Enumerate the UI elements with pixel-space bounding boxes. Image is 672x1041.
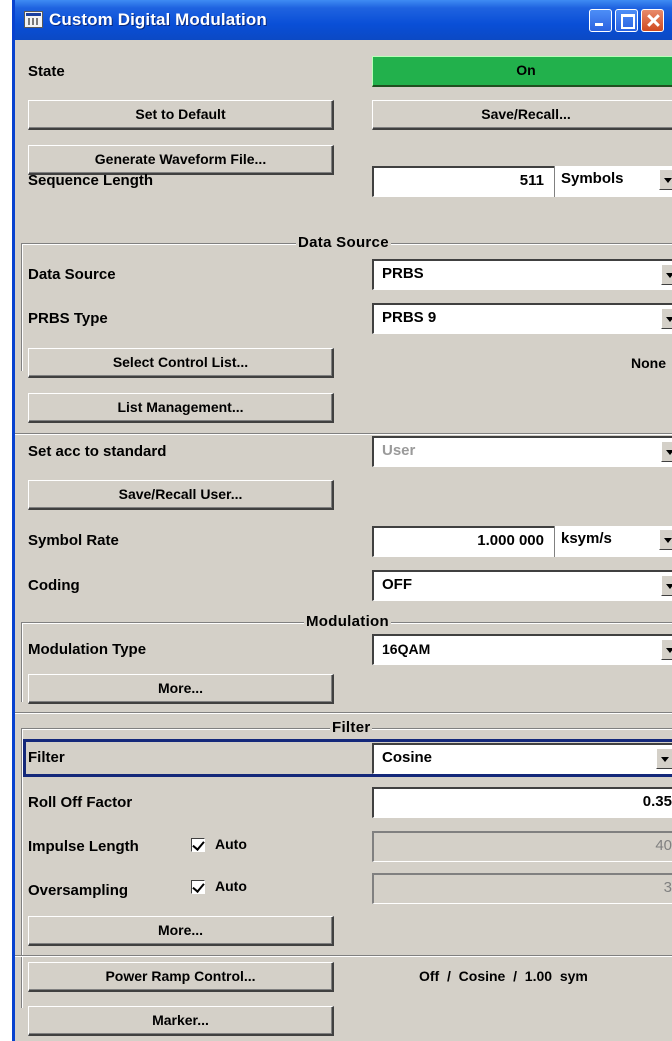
symbol-rate-field[interactable]: 1.000 000 ksym/s <box>372 526 672 557</box>
state-label: State <box>28 63 65 80</box>
prbs-type-label: PRBS Type <box>28 310 108 327</box>
section-title-data-source: Data Source <box>296 234 391 252</box>
impulse-length-label: Impulse Length <box>28 838 139 855</box>
oversampling-label: Oversampling <box>28 882 129 899</box>
prbs-type-select[interactable]: PRBS 9 <box>372 303 672 334</box>
coding-label: Coding <box>28 577 80 594</box>
prbs-type-value: PRBS 9 <box>382 309 437 326</box>
filter-more-button[interactable]: More... <box>28 916 334 946</box>
chevron-down-icon[interactable] <box>661 639 672 660</box>
app-icon <box>24 11 43 28</box>
chevron-down-icon[interactable] <box>659 529 672 550</box>
select-control-list-button[interactable]: Select Control List... <box>28 348 334 378</box>
save-recall-button[interactable]: Save/Recall... <box>372 100 672 130</box>
sequence-length-label: Sequence Length <box>28 172 154 189</box>
chevron-down-icon[interactable] <box>661 264 672 285</box>
coding-value: OFF <box>382 576 412 593</box>
window: Custom Digital Modulation State On Set t… <box>12 0 672 1041</box>
symbol-rate-unit-text: ksym/s <box>561 530 612 547</box>
modulation-more-button[interactable]: More... <box>28 674 334 704</box>
chevron-down-icon[interactable] <box>659 169 672 190</box>
chevron-down-icon[interactable] <box>656 748 672 769</box>
modulation-type-select[interactable]: 16QAM <box>372 634 672 665</box>
data-source-select[interactable]: PRBS <box>372 259 672 290</box>
sequence-length-field[interactable]: 511 Symbols <box>372 166 672 197</box>
symbol-rate-value: 1.000 000 <box>477 532 544 549</box>
symbol-rate-label: Symbol Rate <box>28 532 119 549</box>
roll-off-field[interactable]: 0.35 <box>372 787 672 818</box>
standard-select[interactable]: User <box>372 436 672 467</box>
impulse-length-field: 40 <box>372 831 672 862</box>
impulse-length-auto-checkbox[interactable] <box>191 838 205 852</box>
oversampling-field: 3 <box>372 873 672 904</box>
filter-value: Cosine <box>382 749 433 766</box>
chevron-down-icon[interactable] <box>661 308 672 329</box>
chevron-down-icon[interactable] <box>661 575 672 596</box>
standard-value: User <box>382 442 416 459</box>
section-title-filter: Filter <box>330 719 373 737</box>
modulation-type-label: Modulation Type <box>28 641 147 658</box>
divider <box>15 955 672 957</box>
marker-button[interactable]: Marker... <box>28 1006 334 1036</box>
minimize-button[interactable] <box>589 9 612 32</box>
roll-off-label: Roll Off Factor <box>28 794 133 811</box>
filter-select[interactable]: Cosine <box>372 743 672 774</box>
coding-select[interactable]: OFF <box>372 570 672 601</box>
standard-label: Set acc to standard <box>28 443 167 460</box>
chevron-down-icon[interactable] <box>661 441 672 462</box>
window-title: Custom Digital Modulation <box>49 10 267 29</box>
title-bar[interactable]: Custom Digital Modulation <box>15 0 672 40</box>
oversampling-auto-label: Auto <box>215 878 247 894</box>
impulse-length-auto-label: Auto <box>215 836 247 852</box>
section-title-modulation: Modulation <box>304 613 391 631</box>
set-to-default-button[interactable]: Set to Default <box>28 100 334 130</box>
maximize-button[interactable] <box>615 9 638 32</box>
symbol-rate-unit[interactable]: ksym/s <box>554 526 672 557</box>
control-list-value: None <box>631 355 666 371</box>
roll-off-value: 0.35 <box>642 793 672 810</box>
data-source-label: Data Source <box>28 266 116 283</box>
close-button[interactable] <box>641 9 664 32</box>
impulse-length-value: 40 <box>655 837 672 854</box>
oversampling-value: 3 <box>663 879 672 896</box>
state-toggle-button[interactable]: On <box>372 56 672 87</box>
power-ramp-control-button[interactable]: Power Ramp Control... <box>28 962 334 992</box>
power-ramp-status: Off / Cosine / 1.00 sym <box>419 968 588 984</box>
list-management-button[interactable]: List Management... <box>28 393 334 423</box>
oversampling-auto-checkbox[interactable] <box>191 880 205 894</box>
divider <box>15 712 672 714</box>
sequence-length-value: 511 <box>519 172 544 189</box>
divider <box>15 433 672 435</box>
sequence-length-unit-text: Symbols <box>561 170 624 187</box>
sequence-length-unit[interactable]: Symbols <box>554 166 672 197</box>
modulation-type-value: 16QAM <box>382 641 431 657</box>
generate-waveform-button[interactable]: Generate Waveform File... <box>28 145 334 175</box>
filter-label: Filter <box>28 749 65 766</box>
data-source-value: PRBS <box>382 265 424 282</box>
save-recall-user-button[interactable]: Save/Recall User... <box>28 480 334 510</box>
